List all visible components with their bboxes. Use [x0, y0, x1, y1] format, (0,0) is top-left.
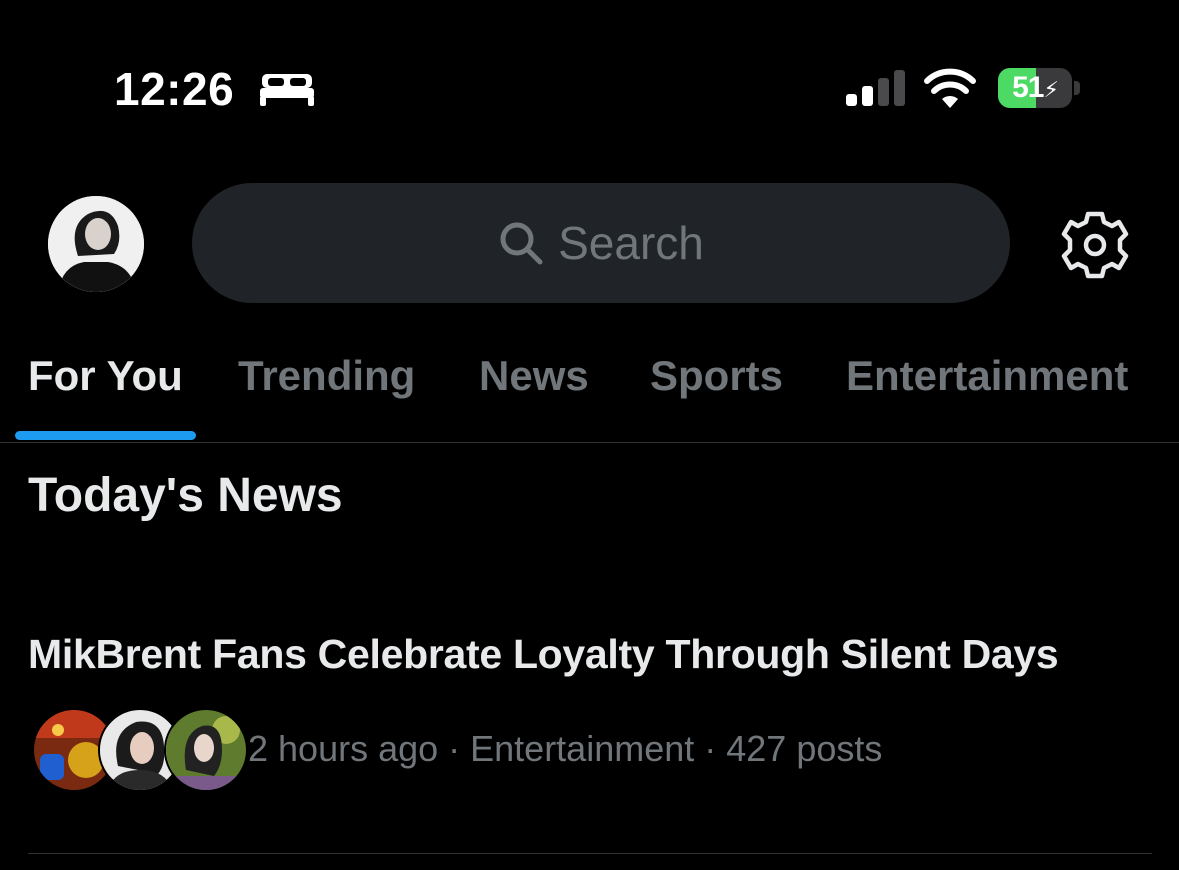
battery-indicator: 51⚡: [998, 68, 1082, 108]
post-avatars: [32, 708, 248, 792]
cellular-signal-icon: [846, 70, 905, 106]
battery-level-value: 51: [1012, 71, 1044, 104]
status-time: 12:26: [114, 63, 235, 115]
list-divider: [28, 853, 1152, 854]
news-item[interactable]: MikBrent Fans Celebrate Loyalty Through …: [0, 610, 1179, 854]
search-input[interactable]: Search: [192, 183, 1010, 303]
news-headline: MikBrent Fans Celebrate Loyalty Through …: [28, 631, 1059, 677]
status-bar: 12:26 51⚡: [0, 0, 1179, 150]
news-meta: 2 hours ago · Entertainment · 427 posts: [248, 728, 883, 769]
tab-entertainment[interactable]: Entertainment: [846, 348, 1128, 404]
wifi-icon: [924, 68, 976, 108]
gear-icon[interactable]: [1060, 210, 1130, 280]
battery-cap: [1074, 81, 1080, 95]
tab-news[interactable]: News: [479, 348, 589, 404]
post-avatar: [164, 708, 248, 792]
search-content: Search: [192, 183, 1010, 303]
battery-level-text: 51⚡: [998, 68, 1072, 108]
active-tab-indicator: [15, 431, 196, 440]
search-placeholder: Search: [558, 217, 704, 269]
profile-avatar[interactable]: [48, 196, 144, 292]
tab-sports[interactable]: Sports: [650, 348, 783, 404]
sleep-bed-icon: [260, 74, 314, 106]
avatar-image: [48, 196, 144, 292]
section-title: Today's News: [28, 469, 343, 522]
battery-body: 51⚡: [998, 68, 1072, 108]
search-icon: [500, 222, 543, 265]
tab-bar: For You Trending News Sports Entertainme…: [0, 340, 1179, 443]
charging-bolt-icon: ⚡: [1043, 77, 1058, 102]
tab-trending[interactable]: Trending: [238, 348, 415, 404]
tab-for-you[interactable]: For You: [28, 348, 183, 404]
